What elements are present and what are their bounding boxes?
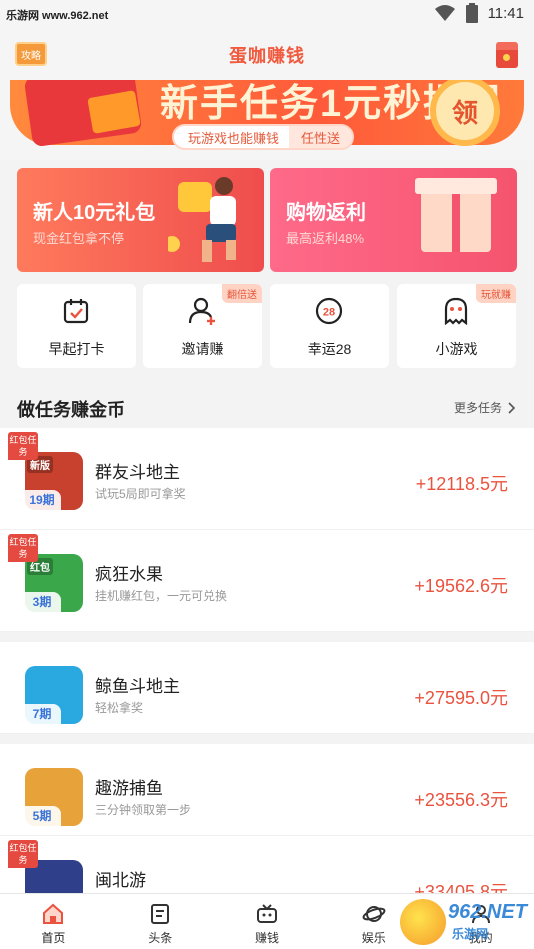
tab-label: 头条 [148, 931, 173, 945]
quick-action-label: 幸运28 [307, 341, 352, 357]
task-name: 鲸鱼斗地主 [95, 677, 180, 696]
app-title: 蛋咖赚钱 [229, 46, 305, 66]
task-list: 红包任务 新版 19期 群友斗地主 试玩5局即可拿奖 +12118.5元 红包任务 红包… [0, 428, 534, 938]
task-row[interactable]: 红包任务 红包 3期 疯狂水果 挂机赚红包，一元可兑换 +19562.6元 [0, 530, 534, 632]
wifi-icon [434, 5, 455, 21]
quick-action-label: 邀请赚 [181, 341, 224, 357]
issue-badge: 19期 [23, 490, 61, 510]
more-tasks-link[interactable]: 更多任务 [454, 399, 516, 416]
task-reward: +27595.0元 [414, 688, 508, 708]
task-reward: +23556.3元 [414, 790, 508, 810]
promo-subtitle: 现金红包拿不停 [33, 231, 125, 246]
task-description: 轻松拿奖 [95, 701, 144, 715]
task-row[interactable]: 7期 鲸鱼斗地主轻松拿奖 +27595.0元 [0, 632, 534, 734]
red-packet-task-tag: 红包任务 [8, 534, 38, 562]
tab-label: 赚钱 [254, 931, 279, 945]
issue-badge: 5期 [23, 806, 61, 826]
promo-banner[interactable]: 新手任务1元秒提现 玩游戏也能赚钱 任性送 领 [0, 80, 534, 160]
watermark-text: 962.NET [448, 901, 527, 923]
quick-action-label: 早起打卡 [48, 341, 105, 357]
quick-action-lucky28[interactable]: 28 幸运28 [270, 284, 389, 368]
task-description: 试玩5局即可拿奖 [95, 487, 186, 501]
news-icon [151, 904, 170, 924]
planet-icon [362, 906, 386, 922]
task-reward: +19562.6元 [414, 576, 508, 596]
app-header: 攻略 蛋咖赚钱 [0, 30, 534, 80]
tab-earn[interactable]: 赚钱 [214, 894, 321, 949]
chevron-right-icon [508, 401, 516, 414]
badge: 玩就赚 [476, 284, 516, 303]
tab-label: 娱乐 [361, 931, 386, 945]
task-reward: +12118.5元 [415, 474, 508, 494]
home-icon [43, 903, 64, 924]
task-row[interactable]: 红包任务 新版 19期 群友斗地主 试玩5局即可拿奖 +12118.5元 [0, 428, 534, 530]
source-watermark: 乐游网 www.962.net [6, 10, 109, 22]
task-name: 闽北游 [95, 871, 146, 890]
lucky-28-icon-text: 28 [323, 307, 335, 319]
red-packet-task-tag: 红包任务 [8, 840, 38, 868]
coin-runner-icon [168, 177, 236, 262]
task-name: 疯狂水果 [95, 565, 163, 584]
lucky-28-icon: 28 [315, 297, 343, 325]
banner-pill: 玩游戏也能赚钱 任性送 [172, 124, 355, 150]
quick-action-minigame[interactable]: 玩就赚 小游戏 [397, 284, 516, 368]
tab-home[interactable]: 首页 [0, 894, 107, 949]
tab-news[interactable]: 头条 [107, 894, 214, 949]
tab-label: 首页 [41, 931, 66, 945]
status-icons: 11:41 [434, 3, 524, 23]
clock: 11:41 [487, 4, 524, 22]
promo-title: 购物返利 [286, 202, 366, 224]
task-description: 挂机赚红包，一元可兑换 [95, 589, 228, 603]
status-bar: 乐游网 www.962.net 11:41 [0, 0, 534, 30]
gift-box-icon [415, 178, 497, 252]
site-watermark: 962.NET 乐游网 [400, 899, 530, 945]
badge: 翻倍送 [222, 284, 262, 303]
more-tasks-label: 更多任务 [453, 401, 502, 415]
banner-pill-right: 任性送 [289, 126, 353, 148]
newbie-gift-card[interactable]: 新人10元礼包 现金红包拿不停 [17, 168, 264, 272]
banner-pill-left: 玩游戏也能赚钱 [188, 130, 280, 146]
section-title: 做任务赚金币 [17, 400, 125, 420]
issue-badge: 7期 [23, 704, 61, 724]
task-name: 趣游捕鱼 [95, 779, 163, 798]
shopping-rebate-card[interactable]: 购物返利 最高返利48% [270, 168, 517, 272]
task-row[interactable]: 5期 趣游捕鱼三分钟领取第一步 +23556.3元 [0, 734, 534, 836]
ghost-icon [444, 297, 468, 326]
red-packet-task-tag: 红包任务 [8, 432, 38, 460]
battery-icon [465, 3, 478, 23]
promo-title: 新人10元礼包 [33, 202, 156, 224]
quick-action-invite[interactable]: 翻倍送 邀请赚 [143, 284, 262, 368]
task-description: 三分钟领取第一步 [95, 803, 192, 817]
user-add-icon [188, 297, 215, 325]
gamepad-icon [256, 904, 277, 923]
quick-action-checkin[interactable]: 早起打卡 [17, 284, 136, 368]
task-name: 群友斗地主 [95, 463, 180, 482]
watermark-logo-icon [400, 899, 446, 945]
issue-badge: 3期 [23, 592, 61, 612]
red-packet-icon[interactable] [496, 42, 518, 68]
calendar-check-icon [63, 299, 89, 324]
quick-action-label: 小游戏 [435, 341, 478, 357]
watermark-sub: 乐游网 [452, 927, 489, 941]
promo-subtitle: 最高返利48% [286, 231, 365, 246]
